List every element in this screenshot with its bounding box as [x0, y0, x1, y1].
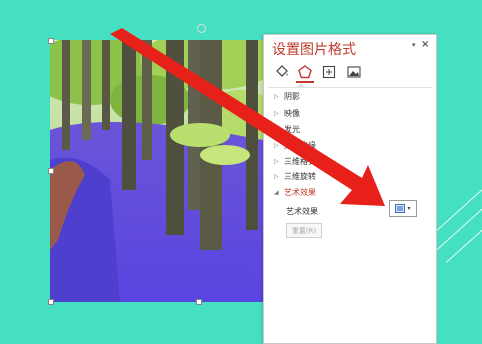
annotation-arrow: [110, 28, 385, 206]
